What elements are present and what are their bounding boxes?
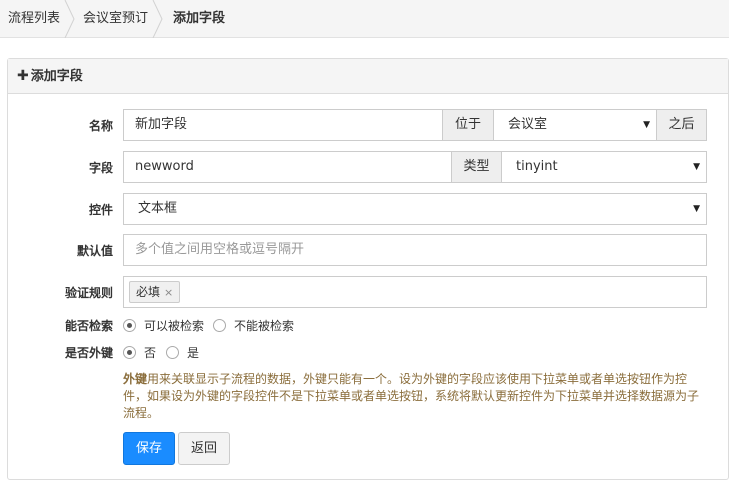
position-select-value: 会议室 [508,117,548,132]
validation-tag-input[interactable]: 必填 × [123,276,707,308]
foreign-key-no-radio[interactable] [123,346,136,359]
searchable-no-label[interactable]: 不能被检索 [234,317,294,335]
type-select[interactable]: tinyint ▼ [501,151,707,183]
foreign-key-no-label[interactable]: 否 [144,344,156,362]
searchable-yes-radio[interactable] [123,319,136,332]
control-label: 控件 [88,203,113,217]
breadcrumb: 流程列表 会议室预订 添加字段 [0,0,729,38]
breadcrumb-separator-icon [152,0,164,38]
foreign-key-radio-group: 否 是 [123,344,323,362]
name-input[interactable]: 新加字段 [123,109,443,141]
searchable-yes-label[interactable]: 可以被检索 [144,317,204,335]
position-addon: 位于 [442,109,494,141]
foreign-key-yes-label[interactable]: 是 [187,344,199,362]
tag-required-label: 必填 [136,285,161,299]
field-input[interactable]: newword [123,151,452,183]
foreign-key-yes-radio[interactable] [166,346,179,359]
default-input[interactable]: 多个值之间用空格或逗号隔开 [123,234,707,266]
breadcrumb-item-process-list[interactable]: 流程列表 [8,0,60,38]
help-body: 用来关联显示子流程的数据，外键只能有一个。设为外键的字段应该使用下拉菜单或者单选… [123,372,700,420]
foreign-key-label: 是否外键 [64,346,113,360]
position-select[interactable]: 会议室 ▼ [493,109,657,141]
caret-down-icon: ▼ [693,162,700,172]
control-select[interactable]: 文本框 ▼ [123,193,707,225]
caret-down-icon: ▼ [693,204,700,214]
foreign-key-help-text: 外键用来关联显示子流程的数据，外键只能有一个。设为外键的字段应该使用下拉菜单或者… [123,371,708,422]
name-label: 名称 [88,119,113,133]
searchable-radio-group: 可以被检索 不能被检索 [123,317,423,335]
caret-down-icon: ▼ [643,120,650,130]
field-label: 字段 [88,161,113,175]
breadcrumb-separator-icon [64,0,76,38]
default-label: 默认值 [76,244,113,258]
help-bold-term: 外键 [123,372,148,386]
default-placeholder: 多个值之间用空格或逗号隔开 [135,242,305,257]
type-select-value: tinyint [516,159,558,174]
searchable-label: 能否检索 [64,319,113,333]
panel-title: 添加字段 [30,69,83,84]
type-addon: 类型 [451,151,502,183]
after-addon: 之后 [656,109,707,141]
breadcrumb-item-meeting-room[interactable]: 会议室预订 [83,0,148,38]
control-select-value: 文本框 [138,201,178,216]
tag-remove-icon[interactable]: × [164,286,173,299]
plus-icon: ✚ [17,68,29,84]
tag-required: 必填 × [129,281,181,303]
breadcrumb-item-add-field: 添加字段 [173,11,226,26]
searchable-no-radio[interactable] [213,319,226,332]
back-button[interactable]: 返回 [178,432,230,465]
save-button[interactable]: 保存 [123,432,175,465]
validation-label: 验证规则 [64,286,113,300]
panel-heading: ✚ 添加字段 [8,59,728,94]
